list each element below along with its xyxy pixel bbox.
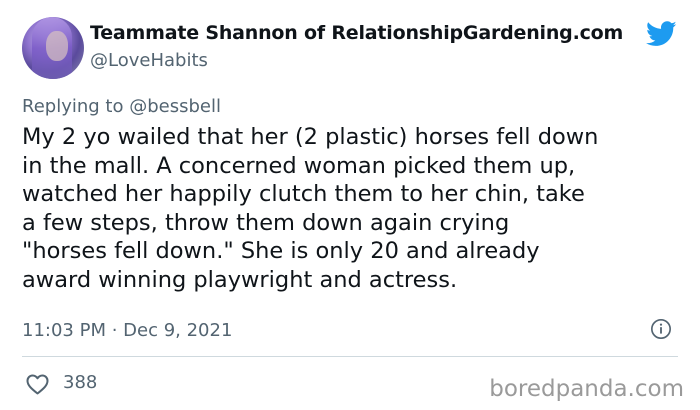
author-handle[interactable]: @LoveHabits bbox=[90, 50, 208, 71]
like-count: 388 bbox=[63, 372, 98, 393]
tweet-text-line: My 2 yo wailed that her (2 plastic) hors… bbox=[22, 124, 599, 150]
tweet-text: My 2 yo wailed that her (2 plastic) hors… bbox=[22, 123, 682, 294]
heart-icon[interactable] bbox=[25, 373, 50, 395]
tweet-text-line: a few steps, throw them down again cryin… bbox=[22, 209, 510, 236]
divider bbox=[22, 356, 678, 357]
replying-prefix: Replying to bbox=[22, 96, 124, 117]
replying-handle-link[interactable]: @bessbell bbox=[129, 96, 221, 117]
twitter-bird-icon[interactable] bbox=[646, 21, 677, 47]
tweet-text-line: in the mall. A concerned woman picked th… bbox=[22, 152, 576, 179]
tweet-text-line: "horses fell down." She is only 20 and a… bbox=[22, 238, 540, 264]
avatar[interactable] bbox=[22, 17, 84, 79]
avatar-face bbox=[46, 31, 68, 61]
author-name[interactable]: Teammate Shannon of RelationshipGardenin… bbox=[90, 22, 623, 44]
replying-to: Replying to @bessbell bbox=[22, 96, 221, 117]
watermark: boredpanda.com bbox=[489, 376, 684, 402]
tweet-timestamp[interactable]: 11:03 PM · Dec 9, 2021 bbox=[22, 320, 232, 341]
info-icon[interactable] bbox=[650, 318, 672, 340]
tweet-text-line: watched her happily clutch them to her c… bbox=[22, 181, 585, 207]
tweet-text-line: award winning playwright and actress. bbox=[22, 266, 458, 293]
tweet-card: Teammate Shannon of RelationshipGardenin… bbox=[0, 0, 700, 410]
